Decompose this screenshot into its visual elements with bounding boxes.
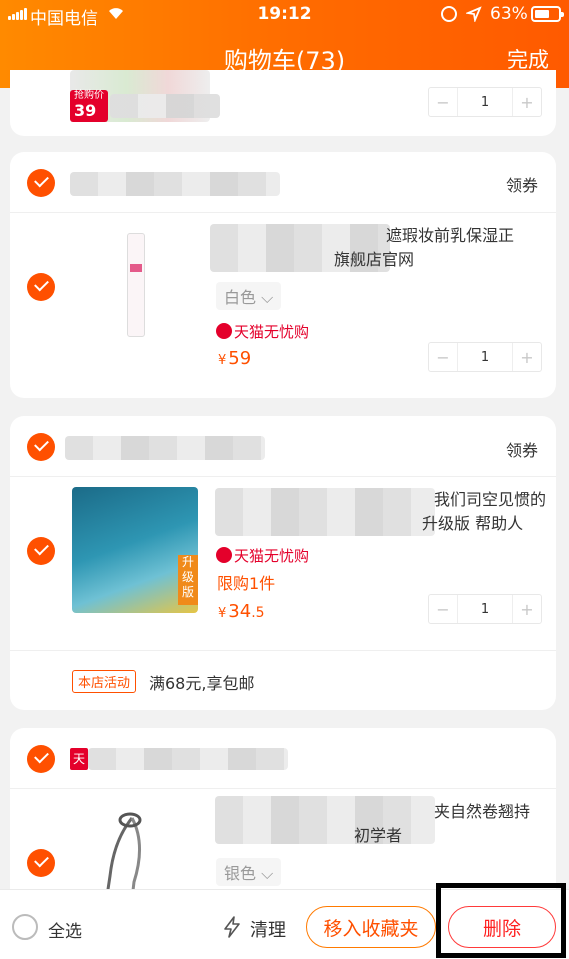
lightning-icon[interactable] <box>222 916 242 938</box>
sku-selector[interactable]: 银色 ⌵ <box>216 858 282 886</box>
product-title-line2[interactable]: 初学者 <box>354 824 402 848</box>
promo-price: 39 <box>74 101 97 120</box>
currency: ¥ <box>218 353 227 368</box>
tmall-guarantee: 天猫无忧购 <box>216 321 309 342</box>
tmall-service-label: 天猫无忧购 <box>234 547 310 565</box>
decrease-button[interactable]: − <box>429 343 457 371</box>
tmall-shop-badge: 天 <box>70 748 88 770</box>
divider <box>10 476 556 477</box>
shop-checkbox[interactable] <box>27 745 55 773</box>
quantity-value[interactable]: 1 <box>457 88 513 116</box>
shop-checkbox[interactable] <box>27 433 55 461</box>
divider <box>10 212 556 213</box>
select-all-label[interactable]: 全选 <box>48 917 82 942</box>
location-arrow-icon <box>466 6 482 22</box>
product-title-line2[interactable]: 升级版 帮助人 <box>422 512 523 536</box>
status-time: 19:12 <box>257 4 312 24</box>
quantity-value[interactable]: 1 <box>457 595 513 623</box>
quantity-stepper[interactable]: − 1 + <box>428 342 542 372</box>
product-title-line1[interactable]: 我们司空见惯的 <box>434 488 546 512</box>
increase-button[interactable]: + <box>513 343 541 371</box>
increase-button[interactable]: + <box>513 595 541 623</box>
blurred-shop-name <box>88 748 288 770</box>
tmall-icon <box>216 323 232 339</box>
coupon-link[interactable]: 领券 <box>506 437 538 461</box>
price-value: 59 <box>228 348 252 369</box>
decrease-button[interactable]: − <box>429 595 457 623</box>
quantity-value[interactable]: 1 <box>457 343 513 371</box>
tmall-service-label: 天猫无忧购 <box>234 323 310 341</box>
item-checkbox[interactable] <box>27 273 55 301</box>
status-bar: 中国电信 19:12 63% <box>0 0 569 30</box>
clean-button[interactable]: 清理 <box>250 916 286 942</box>
divider <box>10 788 556 789</box>
blurred-shop-name <box>65 436 265 460</box>
quantity-stepper[interactable]: − 1 + <box>428 87 542 117</box>
cart-item-card: 抢购价 39 − 1 + <box>10 70 556 136</box>
shop-promo-tag: 本店活动 <box>72 670 137 693</box>
tmall-icon <box>216 547 232 563</box>
purchase-limit: 限购1件 <box>217 574 276 593</box>
increase-button[interactable]: + <box>513 88 541 116</box>
chevron-down-icon: ⌵ <box>261 288 274 307</box>
select-all-checkbox[interactable] <box>12 914 38 940</box>
coupon-link[interactable]: 领券 <box>506 172 538 196</box>
price: ¥34.5 <box>218 601 265 622</box>
cart-item-card: 领券 遮瑕妆前乳保湿正 旗舰店官网 白色 ⌵ 天猫无忧购 ¥59 − 1 + <box>10 152 556 398</box>
item-checkbox[interactable] <box>27 537 55 565</box>
product-title-line1[interactable]: 夹自然卷翘持 <box>434 800 530 824</box>
chevron-down-icon: ⌵ <box>261 864 274 883</box>
quantity-stepper[interactable]: − 1 + <box>428 594 542 624</box>
thumb-badge: 升级版 <box>178 555 198 605</box>
decrease-button[interactable]: − <box>429 88 457 116</box>
shop-checkbox[interactable] <box>27 169 55 197</box>
price: ¥59 <box>218 348 251 369</box>
sku-label: 银色 <box>224 864 257 883</box>
tmall-guarantee: 天猫无忧购 <box>216 545 309 566</box>
item-checkbox[interactable] <box>27 849 55 877</box>
shop-promo-text[interactable]: 满68元,享包邮 <box>149 670 254 694</box>
product-thumbnail[interactable]: 升级版 <box>72 487 198 613</box>
product-title-line2[interactable]: 旗舰店官网 <box>334 248 414 272</box>
currency: ¥ <box>218 606 227 621</box>
rotation-lock-icon <box>441 6 457 22</box>
sku-label: 白色 <box>224 288 257 307</box>
blurred-product-title <box>215 488 435 536</box>
product-title-line1[interactable]: 遮瑕妆前乳保湿正 <box>386 224 514 248</box>
battery-icon <box>531 6 564 22</box>
price-decimal: .5 <box>251 605 265 621</box>
product-thumbnail[interactable] <box>72 223 198 349</box>
cart-item-card: 领券 升级版 我们司空见惯的 升级版 帮助人 天猫无忧购 限购1件 ¥34.5 … <box>10 416 556 710</box>
price-value: 34 <box>228 601 252 622</box>
blurred-product-title <box>110 94 220 118</box>
annotation-highlight-box <box>436 883 566 958</box>
move-to-favorites-button[interactable]: 移入收藏夹 <box>306 906 436 948</box>
sku-selector[interactable]: 白色 ⌵ <box>216 282 282 310</box>
battery-percent: 63% <box>490 4 528 24</box>
divider <box>10 650 556 651</box>
blurred-shop-name <box>70 172 280 196</box>
